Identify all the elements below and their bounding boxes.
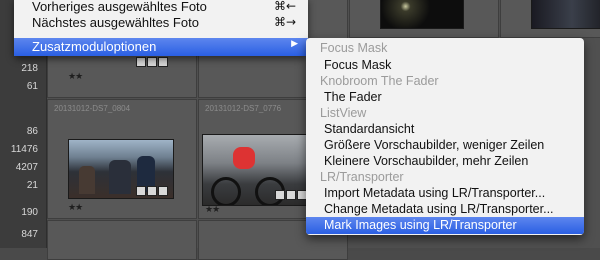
- item-label: Kleinere Vorschaubilder, mehr Zeilen: [324, 154, 529, 168]
- submenu-header-listview: ListView: [306, 105, 584, 122]
- thumbnail-filename: 20131012-DS7_0776: [205, 104, 282, 113]
- menu-item-plugin-options[interactable]: Zusatzmoduloptionen ▶: [14, 38, 308, 56]
- edit-icon: [286, 190, 296, 200]
- submenu-item-focus-mask[interactable]: Focus Mask: [306, 57, 584, 74]
- grid-cell[interactable]: [349, 0, 499, 38]
- header-label: Focus Mask: [320, 41, 388, 55]
- item-label: Focus Mask: [324, 58, 392, 72]
- shortcut-label: ⌘←: [273, 0, 296, 13]
- shortcut-label: ⌘→: [273, 15, 296, 29]
- edit-icon: [147, 57, 157, 67]
- keyword-icon: [136, 186, 146, 196]
- thumbnail-badges: [275, 190, 307, 200]
- crop-icon: [158, 57, 168, 67]
- item-label: Change Metadata using LR/Transporter...: [324, 202, 554, 216]
- header-label: Knobroom The Fader: [320, 74, 439, 88]
- rating-stars: ★★: [205, 204, 220, 214]
- item-label: Import Metadata using LR/Transporter...: [324, 186, 546, 200]
- keyword-icon: [275, 190, 285, 200]
- header-label: ListView: [320, 106, 367, 120]
- context-menu: Vorheriges ausgewähltes Foto ⌘← Nächstes…: [14, 0, 308, 56]
- menu-item-label: Zusatzmoduloptionen: [32, 39, 157, 54]
- item-label: The Fader: [324, 90, 382, 104]
- submenu-item-standard-view[interactable]: Standardansicht: [306, 121, 584, 138]
- count-label: 21: [26, 180, 38, 191]
- submenu-arrow-icon: ▶: [291, 39, 298, 49]
- menu-item-label: Vorheriges ausgewähltes Foto: [32, 0, 207, 14]
- grid-cell[interactable]: 20131012-DS7_0804 ★★: [47, 99, 197, 219]
- plugin-options-submenu: Focus Mask Focus Mask Knobroom The Fader…: [306, 38, 584, 235]
- photo-thumbnail[interactable]: [531, 0, 600, 29]
- submenu-header-fader: Knobroom The Fader: [306, 73, 584, 90]
- count-label: 847: [21, 229, 38, 240]
- crop-icon: [158, 186, 168, 196]
- count-label: 86: [26, 126, 38, 137]
- item-label: Standardansicht: [324, 122, 415, 136]
- grid-cell[interactable]: [47, 220, 197, 260]
- menu-item-next-selected-photo[interactable]: Nächstes ausgewähltes Foto ⌘→: [14, 14, 308, 32]
- submenu-item-change-metadata[interactable]: Change Metadata using LR/Transporter...: [306, 201, 584, 218]
- header-label: LR/Transporter: [320, 170, 404, 184]
- item-label: Größere Vorschaubilder, weniger Zeilen: [324, 138, 545, 152]
- grid-cell[interactable]: [500, 0, 600, 38]
- submenu-item-larger-thumbnails[interactable]: Größere Vorschaubilder, weniger Zeilen: [306, 137, 584, 154]
- submenu-header-transporter: LR/Transporter: [306, 169, 584, 186]
- menu-item-label: Nächstes ausgewähltes Foto: [32, 15, 199, 30]
- count-label: 11476: [10, 144, 38, 155]
- submenu-item-mark-images[interactable]: Mark Images using LR/Transporter: [306, 217, 584, 234]
- submenu-header-focus-mask: Focus Mask: [306, 40, 584, 57]
- edit-icon: [147, 186, 157, 196]
- photo-thumbnail[interactable]: [380, 0, 464, 29]
- submenu-item-smaller-thumbnails[interactable]: Kleinere Vorschaubilder, mehr Zeilen: [306, 153, 584, 170]
- submenu-item-import-metadata[interactable]: Import Metadata using LR/Transporter...: [306, 185, 584, 202]
- submenu-item-the-fader[interactable]: The Fader: [306, 89, 584, 106]
- count-label: 61: [26, 81, 38, 92]
- thumbnail-badges: [136, 57, 168, 67]
- keyword-icon: [136, 57, 146, 67]
- thumbnail-filename: 20131012-DS7_0804: [54, 104, 131, 113]
- count-label: 218: [21, 63, 38, 74]
- count-label: 190: [21, 207, 38, 218]
- rating-stars: ★★: [68, 202, 83, 212]
- count-label: 4207: [15, 162, 38, 173]
- rating-stars: ★★: [68, 71, 83, 81]
- thumbnail-badges: [136, 186, 168, 196]
- item-label: Mark Images using LR/Transporter: [324, 218, 517, 232]
